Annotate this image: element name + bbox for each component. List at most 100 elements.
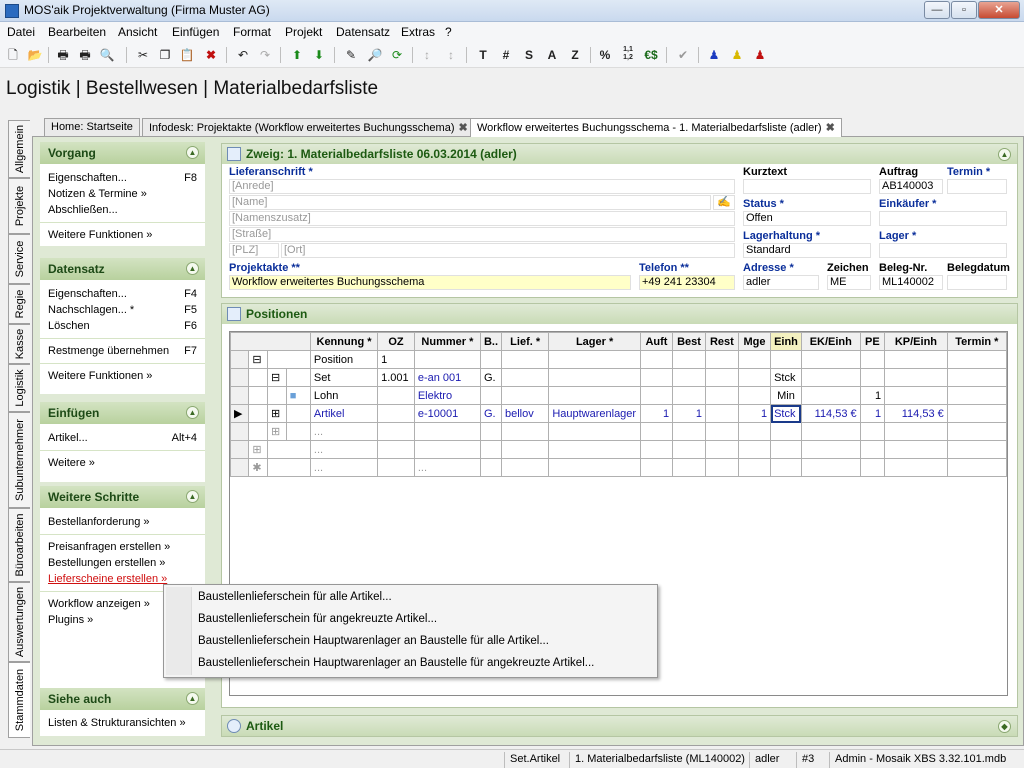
side-tab-stammdaten[interactable]: Stammdaten <box>8 662 30 738</box>
user-blue-icon[interactable]: ♟ <box>705 46 723 64</box>
lager-field[interactable] <box>879 243 1007 258</box>
section-header[interactable]: Siehe auch ▲ <box>40 688 205 710</box>
collapse-icon[interactable]: ▲ <box>186 490 199 503</box>
text-t-button[interactable]: T <box>474 46 492 64</box>
plz-field[interactable]: [PLZ] <box>229 243 279 258</box>
side-tab-auswertungen[interactable]: Auswertungen <box>8 582 30 662</box>
move-down-icon[interactable]: ⬇ <box>310 46 328 64</box>
close-tab-icon[interactable]: ✖ <box>458 122 467 134</box>
table-row[interactable]: ⊞ ... <box>229 422 1008 441</box>
side-tab-service[interactable]: Service <box>8 234 30 284</box>
redo-icon[interactable]: ↷ <box>256 46 274 64</box>
kurztext-field[interactable] <box>743 179 871 194</box>
status-field[interactable]: Offen <box>743 211 871 226</box>
table-row[interactable]: ⊟ Set 1.001 e-an 001 G. Stck <box>229 368 1008 387</box>
einh-cell-focused[interactable]: Stck <box>770 404 802 423</box>
checkmark-icon[interactable]: ✔ <box>674 46 692 64</box>
table-row[interactable]: ■ Lohn Elektro Min 1 <box>229 386 1008 405</box>
tab-startseite[interactable]: Home: Startseite <box>44 118 140 136</box>
minimize-button[interactable]: — <box>924 1 950 19</box>
decimal-button[interactable]: 1,1 1,2 <box>619 46 637 64</box>
column-header[interactable]: Nummer * <box>413 332 481 351</box>
auftrag-field[interactable]: AB140003 <box>879 179 943 194</box>
user-yellow-icon[interactable]: ♟ <box>728 46 746 64</box>
text-a-button[interactable]: A <box>543 46 561 64</box>
menu-bearbeiten[interactable]: Bearbeiten <box>48 25 106 39</box>
side-tab-bueroarbeiten[interactable]: Büroarbeiten <box>8 508 30 582</box>
menu-datensatz[interactable]: Datensatz <box>336 25 390 39</box>
currency-button[interactable]: €$ <box>642 46 660 64</box>
eigenschaften-link[interactable]: Eigenschaften... F8 <box>48 170 197 186</box>
tab-materialbedarfsliste[interactable]: Workflow erweitertes Buchungsschema - 1.… <box>470 118 842 137</box>
column-header[interactable]: Lager * <box>548 332 641 351</box>
termin-field[interactable] <box>947 179 1007 194</box>
notizen-termine-link[interactable]: Notizen & Termine » <box>48 186 197 202</box>
column-header[interactable]: OZ <box>377 332 415 351</box>
undo-icon[interactable]: ↶ <box>234 46 252 64</box>
collapse-icon[interactable]: ▲ <box>186 406 199 419</box>
listen-link[interactable]: Listen & Strukturansichten » <box>48 715 197 731</box>
belegnr-field[interactable]: ML140002 <box>879 275 943 290</box>
column-header[interactable]: KP/Einh <box>884 332 948 351</box>
menu-item-hauptwarenlager-angekreuzte[interactable]: Baustellenlieferschein Hauptwarenlager a… <box>198 657 594 669</box>
section-header[interactable]: Einfügen ▲ <box>40 402 205 424</box>
belegdatum-field[interactable] <box>947 275 1007 290</box>
sort-az-icon[interactable]: ↕ <box>418 46 436 64</box>
column-header[interactable]: Lief. * <box>500 332 550 351</box>
collapse-icon[interactable]: ▲ <box>998 148 1011 161</box>
table-row[interactable]: ✱ ...... <box>229 458 1008 477</box>
side-tab-subunternehmer[interactable]: Subunternehmer <box>8 412 30 508</box>
edit-icon[interactable]: ✎ <box>342 46 360 64</box>
column-header[interactable]: Rest <box>704 332 739 351</box>
maximize-button[interactable]: ▫ <box>951 1 977 19</box>
collapse-icon[interactable]: ▲ <box>186 692 199 705</box>
hash-button[interactable]: # <box>497 46 515 64</box>
menu-item-hauptwarenlager-alle[interactable]: Baustellenlieferschein Hauptwarenlager a… <box>198 635 549 647</box>
menu-help[interactable]: ? <box>445 25 452 39</box>
table-row[interactable]: ⊟ Position 1 <box>229 350 1008 369</box>
side-tab-allgemein[interactable]: Allgemein <box>8 120 30 178</box>
table-row-selected[interactable]: ▶ ⊞ Artikel e-10001 G. bellov Hauptwarenlager… <box>229 404 1008 423</box>
strasse-field[interactable]: [Straße] <box>229 227 735 242</box>
column-header[interactable]: Kennung * <box>309 332 379 351</box>
side-tab-regie[interactable]: Regie <box>8 284 30 324</box>
sort-za-icon[interactable]: ↕ <box>442 46 460 64</box>
preview-icon[interactable]: 🔍 <box>98 46 116 64</box>
move-up-icon[interactable]: ⬆ <box>288 46 306 64</box>
anrede-field[interactable]: [Anrede] <box>229 179 735 194</box>
close-tab-icon[interactable]: ✖ <box>826 122 835 134</box>
loeschen-link[interactable]: Löschen F6 <box>48 318 197 334</box>
find-icon[interactable]: 🔎 <box>366 46 384 64</box>
column-header[interactable]: Termin * <box>946 332 1008 351</box>
new-icon[interactable]: 🗋 <box>4 46 22 64</box>
tree-collapse-icon[interactable]: ⊟ <box>248 350 269 369</box>
collapse-icon[interactable]: ▲ <box>186 262 199 275</box>
preisanfragen-link[interactable]: Preisanfragen erstellen » <box>48 539 197 555</box>
einkaeufer-field[interactable] <box>879 211 1007 226</box>
bestellungen-link[interactable]: Bestellungen erstellen » <box>48 555 197 571</box>
print-icon[interactable]: 🖶 <box>54 46 72 64</box>
column-header[interactable]: B.. <box>479 332 503 351</box>
bestellanforderung-link[interactable]: Bestellanforderung » <box>48 514 197 530</box>
menu-extras[interactable]: Extras <box>401 25 435 39</box>
side-tab-projekte[interactable]: Projekte <box>8 178 30 234</box>
delete-icon[interactable]: ✖ <box>202 46 220 64</box>
table-row[interactable]: ⊞ ... <box>229 440 1008 459</box>
column-header[interactable]: Auft <box>639 332 674 351</box>
column-header[interactable]: PE <box>859 332 886 351</box>
artikel-link[interactable]: Artikel... Alt+4 <box>48 430 197 446</box>
text-z-button[interactable]: Z <box>566 46 584 64</box>
column-header[interactable]: EK/Einh <box>800 332 861 351</box>
percent-button[interactable]: % <box>596 46 614 64</box>
name-field[interactable]: [Name] <box>229 195 711 210</box>
side-tab-kasse[interactable]: Kasse <box>8 324 30 364</box>
close-button[interactable]: ✕ <box>978 1 1020 19</box>
panel-header[interactable]: Artikel ◆ <box>222 716 1017 736</box>
add-row-icon[interactable]: ⊞ <box>248 440 269 459</box>
signature-icon[interactable]: ✍ <box>713 195 735 210</box>
text-s-button[interactable]: S <box>520 46 538 64</box>
tab-infodesk[interactable]: Infodesk: Projektakte (Workflow erweiter… <box>142 118 475 136</box>
section-header[interactable]: Datensatz ▲ <box>40 258 205 280</box>
menu-einfuegen[interactable]: Einfügen <box>172 25 219 39</box>
weitere-funktionen-link[interactable]: Weitere Funktionen » <box>48 368 197 384</box>
